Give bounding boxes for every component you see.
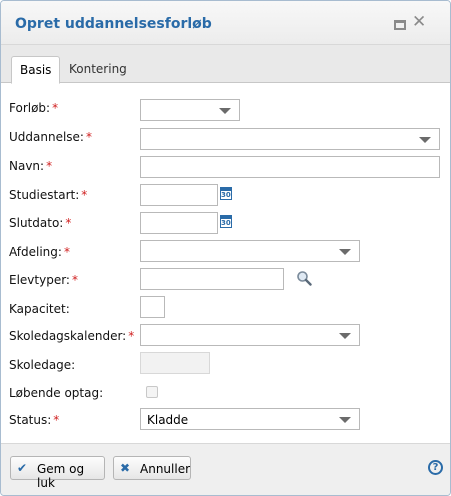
uddannelse-select[interactable] <box>140 128 440 150</box>
kapacitet-input[interactable] <box>140 296 165 318</box>
save-and-close-button[interactable]: ✔ Gem og luk <box>10 456 105 490</box>
maximize-icon[interactable] <box>394 20 406 30</box>
calendar-icon[interactable]: 30 <box>220 215 232 228</box>
required-marker: * <box>128 329 135 343</box>
studiestart-label: Studiestart: * <box>9 188 88 202</box>
afdeling-select[interactable] <box>140 240 360 262</box>
required-marker: * <box>85 130 92 144</box>
navn-input[interactable] <box>140 156 440 178</box>
chevron-down-icon <box>339 333 351 339</box>
dialog-titlebar[interactable]: Opret uddannelsesforløb ✕ <box>1 1 450 45</box>
search-icon[interactable] <box>296 270 312 286</box>
kapacitet-label: Kapacitet: <box>9 302 70 316</box>
required-marker: * <box>65 216 72 230</box>
slutdato-date-input[interactable] <box>140 212 218 234</box>
chevron-down-icon <box>339 417 351 423</box>
close-icon[interactable]: ✕ <box>412 14 426 31</box>
calendar-icon[interactable]: 30 <box>220 187 232 200</box>
status-value: Kladde <box>147 413 189 427</box>
help-icon[interactable]: ? <box>428 460 443 475</box>
skoledagskalender-select[interactable] <box>140 324 360 346</box>
chevron-down-icon <box>219 108 231 114</box>
elevtyper-input[interactable] <box>140 268 284 290</box>
uddannelse-label: Uddannelse: * <box>9 130 92 144</box>
cancel-x-icon: ✖ <box>120 461 131 475</box>
loebende-optag-label: Løbende optag: <box>9 386 104 400</box>
required-marker: * <box>46 159 53 173</box>
checkmark-icon: ✔ <box>17 461 28 475</box>
skoledage-label: Skoledage: <box>9 358 76 372</box>
required-marker: * <box>81 188 88 202</box>
required-marker: * <box>71 273 78 287</box>
required-marker: * <box>63 245 70 259</box>
skoledagskalender-label: Skoledagskalender: * <box>9 329 135 343</box>
tab-strip: Basis Kontering <box>1 45 450 84</box>
create-course-dialog: Opret uddannelsesforløb ✕ Basis Konterin… <box>0 0 451 496</box>
status-select[interactable]: Kladde <box>140 408 360 430</box>
tab-basis[interactable]: Basis <box>11 56 61 84</box>
skoledage-input <box>140 352 210 374</box>
basis-form: Forløb: * Uddannelse: * Navn: * Studiestart… <box>1 83 450 443</box>
afdeling-label: Afdeling: * <box>9 245 70 259</box>
tab-kontering[interactable]: Kontering <box>61 56 135 83</box>
forloeb-select[interactable] <box>140 99 240 121</box>
chevron-down-icon <box>339 249 351 255</box>
loebende-optag-checkbox[interactable] <box>146 386 158 398</box>
status-label: Status: * <box>9 413 60 427</box>
dialog-footer: ✔ Gem og luk ✖ Annuller ? <box>1 443 450 495</box>
slutdato-label: Slutdato: * <box>9 216 72 230</box>
elevtyper-label: Elevtyper: * <box>9 273 78 287</box>
dialog-title: Opret uddannelsesforløb <box>15 16 212 32</box>
forloeb-label: Forløb: * <box>9 101 59 115</box>
required-marker: * <box>52 101 59 115</box>
navn-label: Navn: * <box>9 159 53 173</box>
cancel-button[interactable]: ✖ Annuller <box>113 456 191 480</box>
studiestart-date-input[interactable] <box>140 184 218 206</box>
chevron-down-icon <box>419 137 431 143</box>
required-marker: * <box>53 413 60 427</box>
